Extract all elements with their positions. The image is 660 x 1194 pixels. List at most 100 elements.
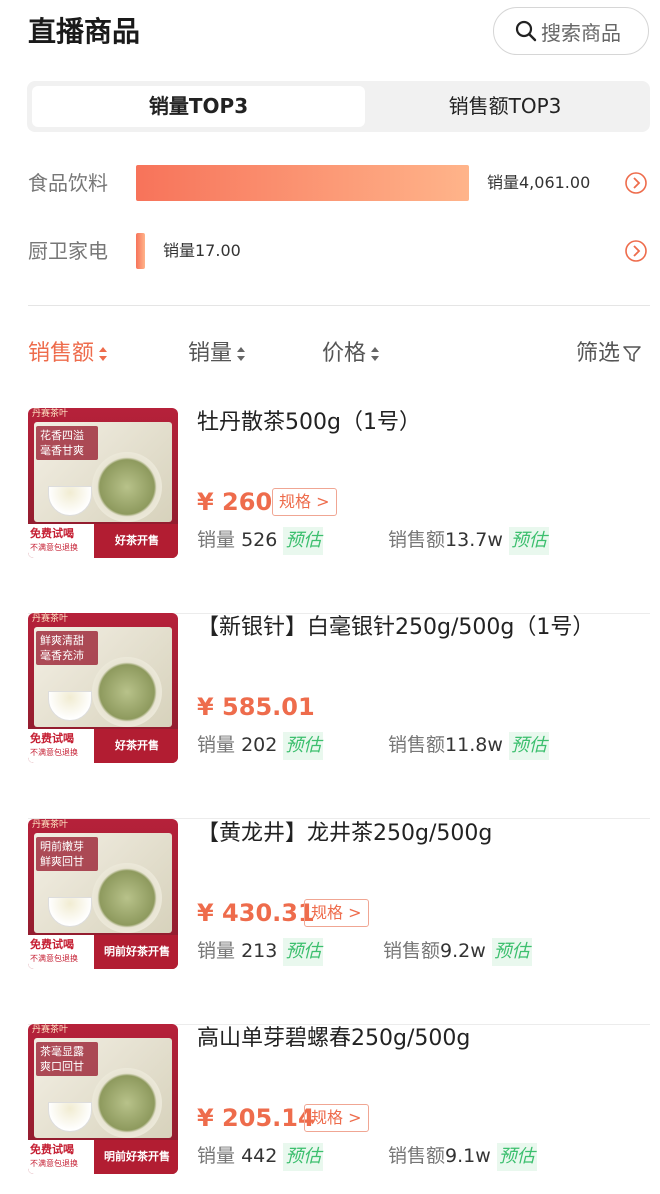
sort-label: 价格 [322, 341, 367, 366]
search-icon [515, 20, 537, 42]
sales-count-value: 442 [241, 1145, 278, 1167]
sales-amount-stat: 销售额11.8w 预估 [388, 731, 549, 760]
sales-amount-value: 9.1w [445, 1145, 491, 1167]
ranking-tabs: 销量TOP3 销售额TOP3 [27, 81, 650, 132]
thumbnail-tag: 好茶开售 [115, 534, 159, 547]
category-name: 食品饮料 [28, 171, 108, 195]
sort-label: 销售额 [28, 341, 95, 366]
sort-by-sales-count[interactable]: 销量 [188, 340, 246, 368]
sort-by-sales-amount[interactable]: 销售额 [28, 340, 108, 368]
sales-amount-label: 销售额 [388, 529, 446, 551]
category-name: 厨卫家电 [28, 239, 108, 263]
product-title[interactable]: 牡丹散茶500g（1号） [197, 408, 421, 438]
tab-sales-amount-top3[interactable]: 销售额TOP3 [365, 86, 645, 127]
thumbnail-brand: 丹赛茶叶 [32, 1025, 69, 1035]
sales-count-stat: 销量 442 预估 [197, 1142, 324, 1171]
sales-count-label: 销量 [197, 1145, 236, 1167]
chevron-right-circle-icon[interactable] [624, 171, 648, 195]
thumbnail-footer: 免费试喝 不满意包退换 好茶开售 [28, 729, 178, 763]
spec-button[interactable]: 规格 > [304, 899, 369, 927]
sales-count-label: 销量 [197, 529, 236, 551]
thumbnail-slogan: 花香四溢 毫香甘爽 [36, 426, 98, 460]
sales-amount-label: 销售额 [388, 1145, 446, 1167]
sort-label: 销量 [188, 341, 233, 366]
badge-sub-text: 不满意包退换 [30, 748, 78, 757]
sort-arrows-icon [237, 347, 246, 361]
thumbnail-brand: 丹赛茶叶 [32, 614, 69, 624]
spec-button[interactable]: 规格 > [272, 488, 337, 516]
product-title[interactable]: 高山单芽碧螺春250g/500g [197, 1024, 470, 1054]
thumbnail-badge: 免费试喝 不满意包退换 [28, 524, 94, 558]
thumbnail-badge: 免费试喝 不满意包退换 [28, 1140, 94, 1174]
estimate-tag: 预估 [491, 938, 532, 966]
thumbnail-brand: 丹赛茶叶 [32, 820, 69, 830]
estimate-tag: 预估 [508, 732, 549, 760]
header: 直播商品 搜索商品 [0, 0, 660, 66]
thumbnail-badge: 免费试喝 不满意包退换 [28, 935, 94, 969]
sales-amount-stat: 销售额9.2w 预估 [383, 937, 532, 966]
thumbnail-tag: 明前好茶开售 [104, 945, 170, 958]
search-label: 搜索商品 [541, 20, 621, 45]
estimate-tag: 预估 [508, 527, 549, 555]
product-price: ¥ 430.31 [197, 899, 315, 927]
sales-amount-value: 13.7w [445, 529, 503, 551]
tab-sales-count-top3[interactable]: 销量TOP3 [32, 86, 365, 127]
thumbnail-slogan: 茶毫显露 爽口回甘 [36, 1042, 98, 1076]
product-card[interactable]: 丹赛茶叶 明前嫩芽 鲜爽回甘 免费试喝 不满意包退换 明前好茶开售 【黄龙井】龙… [0, 819, 660, 1025]
sales-amount-label: 销售额 [388, 734, 446, 756]
category-row[interactable]: 食品饮料 销量4,061.00 [0, 163, 660, 203]
sort-bar: 销售额 销量 价格 筛选 [0, 330, 660, 378]
category-sales-value: 销量17.00 [163, 241, 241, 260]
thumbnail-slogan: 鲜爽清甜 毫香充沛 [36, 631, 98, 665]
sales-amount-label: 销售额 [383, 940, 441, 962]
badge-sub-text: 不满意包退换 [30, 1159, 78, 1168]
thumbnail-badge: 免费试喝 不满意包退换 [28, 729, 94, 763]
category-row[interactable]: 厨卫家电 销量17.00 [0, 231, 660, 271]
category-sales-bar [136, 165, 469, 201]
product-title[interactable]: 【新银针】白毫银针250g/500g（1号） [197, 613, 594, 643]
product-title[interactable]: 【黄龙井】龙井茶250g/500g [197, 819, 492, 849]
thumbnail-slogan: 明前嫩芽 鲜爽回甘 [36, 837, 98, 871]
product-thumbnail[interactable]: 丹赛茶叶 明前嫩芽 鲜爽回甘 免费试喝 不满意包退换 明前好茶开售 [28, 819, 178, 969]
product-price: ¥ 585.01 [197, 693, 315, 721]
sales-count-value: 526 [241, 529, 278, 551]
badge-main-text: 免费试喝 [30, 1143, 74, 1156]
sales-count-value: 213 [241, 940, 278, 962]
sales-amount-stat: 销售额9.1w 预估 [388, 1142, 537, 1171]
product-card[interactable]: 丹赛茶叶 鲜爽清甜 毫香充沛 免费试喝 不满意包退换 好茶开售 【新银针】白毫银… [0, 613, 660, 819]
page-title: 直播商品 [28, 15, 141, 48]
sales-amount-stat: 销售额13.7w 预估 [388, 526, 549, 555]
estimate-tag: 预估 [283, 938, 324, 966]
sales-count-stat: 销量 202 预估 [197, 731, 324, 760]
spec-button[interactable]: 规格 > [304, 1104, 369, 1132]
tea-cup-image [48, 691, 92, 721]
badge-sub-text: 不满意包退换 [30, 543, 78, 552]
thumbnail-footer: 免费试喝 不满意包退换 明前好茶开售 [28, 1140, 178, 1174]
search-button[interactable]: 搜索商品 [493, 7, 649, 55]
tea-cup-image [48, 486, 92, 516]
product-thumbnail[interactable]: 丹赛茶叶 花香四溢 毫香甘爽 免费试喝 不满意包退换 好茶开售 [28, 408, 178, 558]
filter-label: 筛选 [576, 341, 621, 366]
sales-amount-value: 9.2w [440, 940, 486, 962]
product-thumbnail[interactable]: 丹赛茶叶 鲜爽清甜 毫香充沛 免费试喝 不满意包退换 好茶开售 [28, 613, 178, 763]
sales-count-stat: 销量 526 预估 [197, 526, 324, 555]
product-price: ¥ 205.14 [197, 1104, 315, 1132]
estimate-tag: 预估 [283, 527, 324, 555]
thumbnail-footer: 免费试喝 不满意包退换 明前好茶开售 [28, 935, 178, 969]
sort-arrows-icon [99, 347, 108, 361]
product-card[interactable]: 丹赛茶叶 茶毫显露 爽口回甘 免费试喝 不满意包退换 明前好茶开售 高山单芽碧螺… [0, 1024, 660, 1194]
divider [28, 305, 650, 306]
thumbnail-tag: 明前好茶开售 [104, 1150, 170, 1163]
estimate-tag: 预估 [283, 1143, 324, 1171]
estimate-tag: 预估 [283, 732, 324, 760]
product-thumbnail[interactable]: 丹赛茶叶 茶毫显露 爽口回甘 免费试喝 不满意包退换 明前好茶开售 [28, 1024, 178, 1174]
filter-button[interactable]: 筛选 [576, 340, 642, 368]
badge-main-text: 免费试喝 [30, 527, 74, 540]
badge-sub-text: 不满意包退换 [30, 954, 78, 963]
chevron-right-circle-icon[interactable] [624, 239, 648, 263]
tea-leaves-image [92, 452, 162, 522]
product-card[interactable]: 丹赛茶叶 花香四溢 毫香甘爽 免费试喝 不满意包退换 好茶开售 牡丹散茶500g… [0, 408, 660, 614]
sort-arrows-icon [371, 347, 380, 361]
estimate-tag: 预估 [496, 1143, 537, 1171]
sort-by-price[interactable]: 价格 [322, 340, 380, 368]
